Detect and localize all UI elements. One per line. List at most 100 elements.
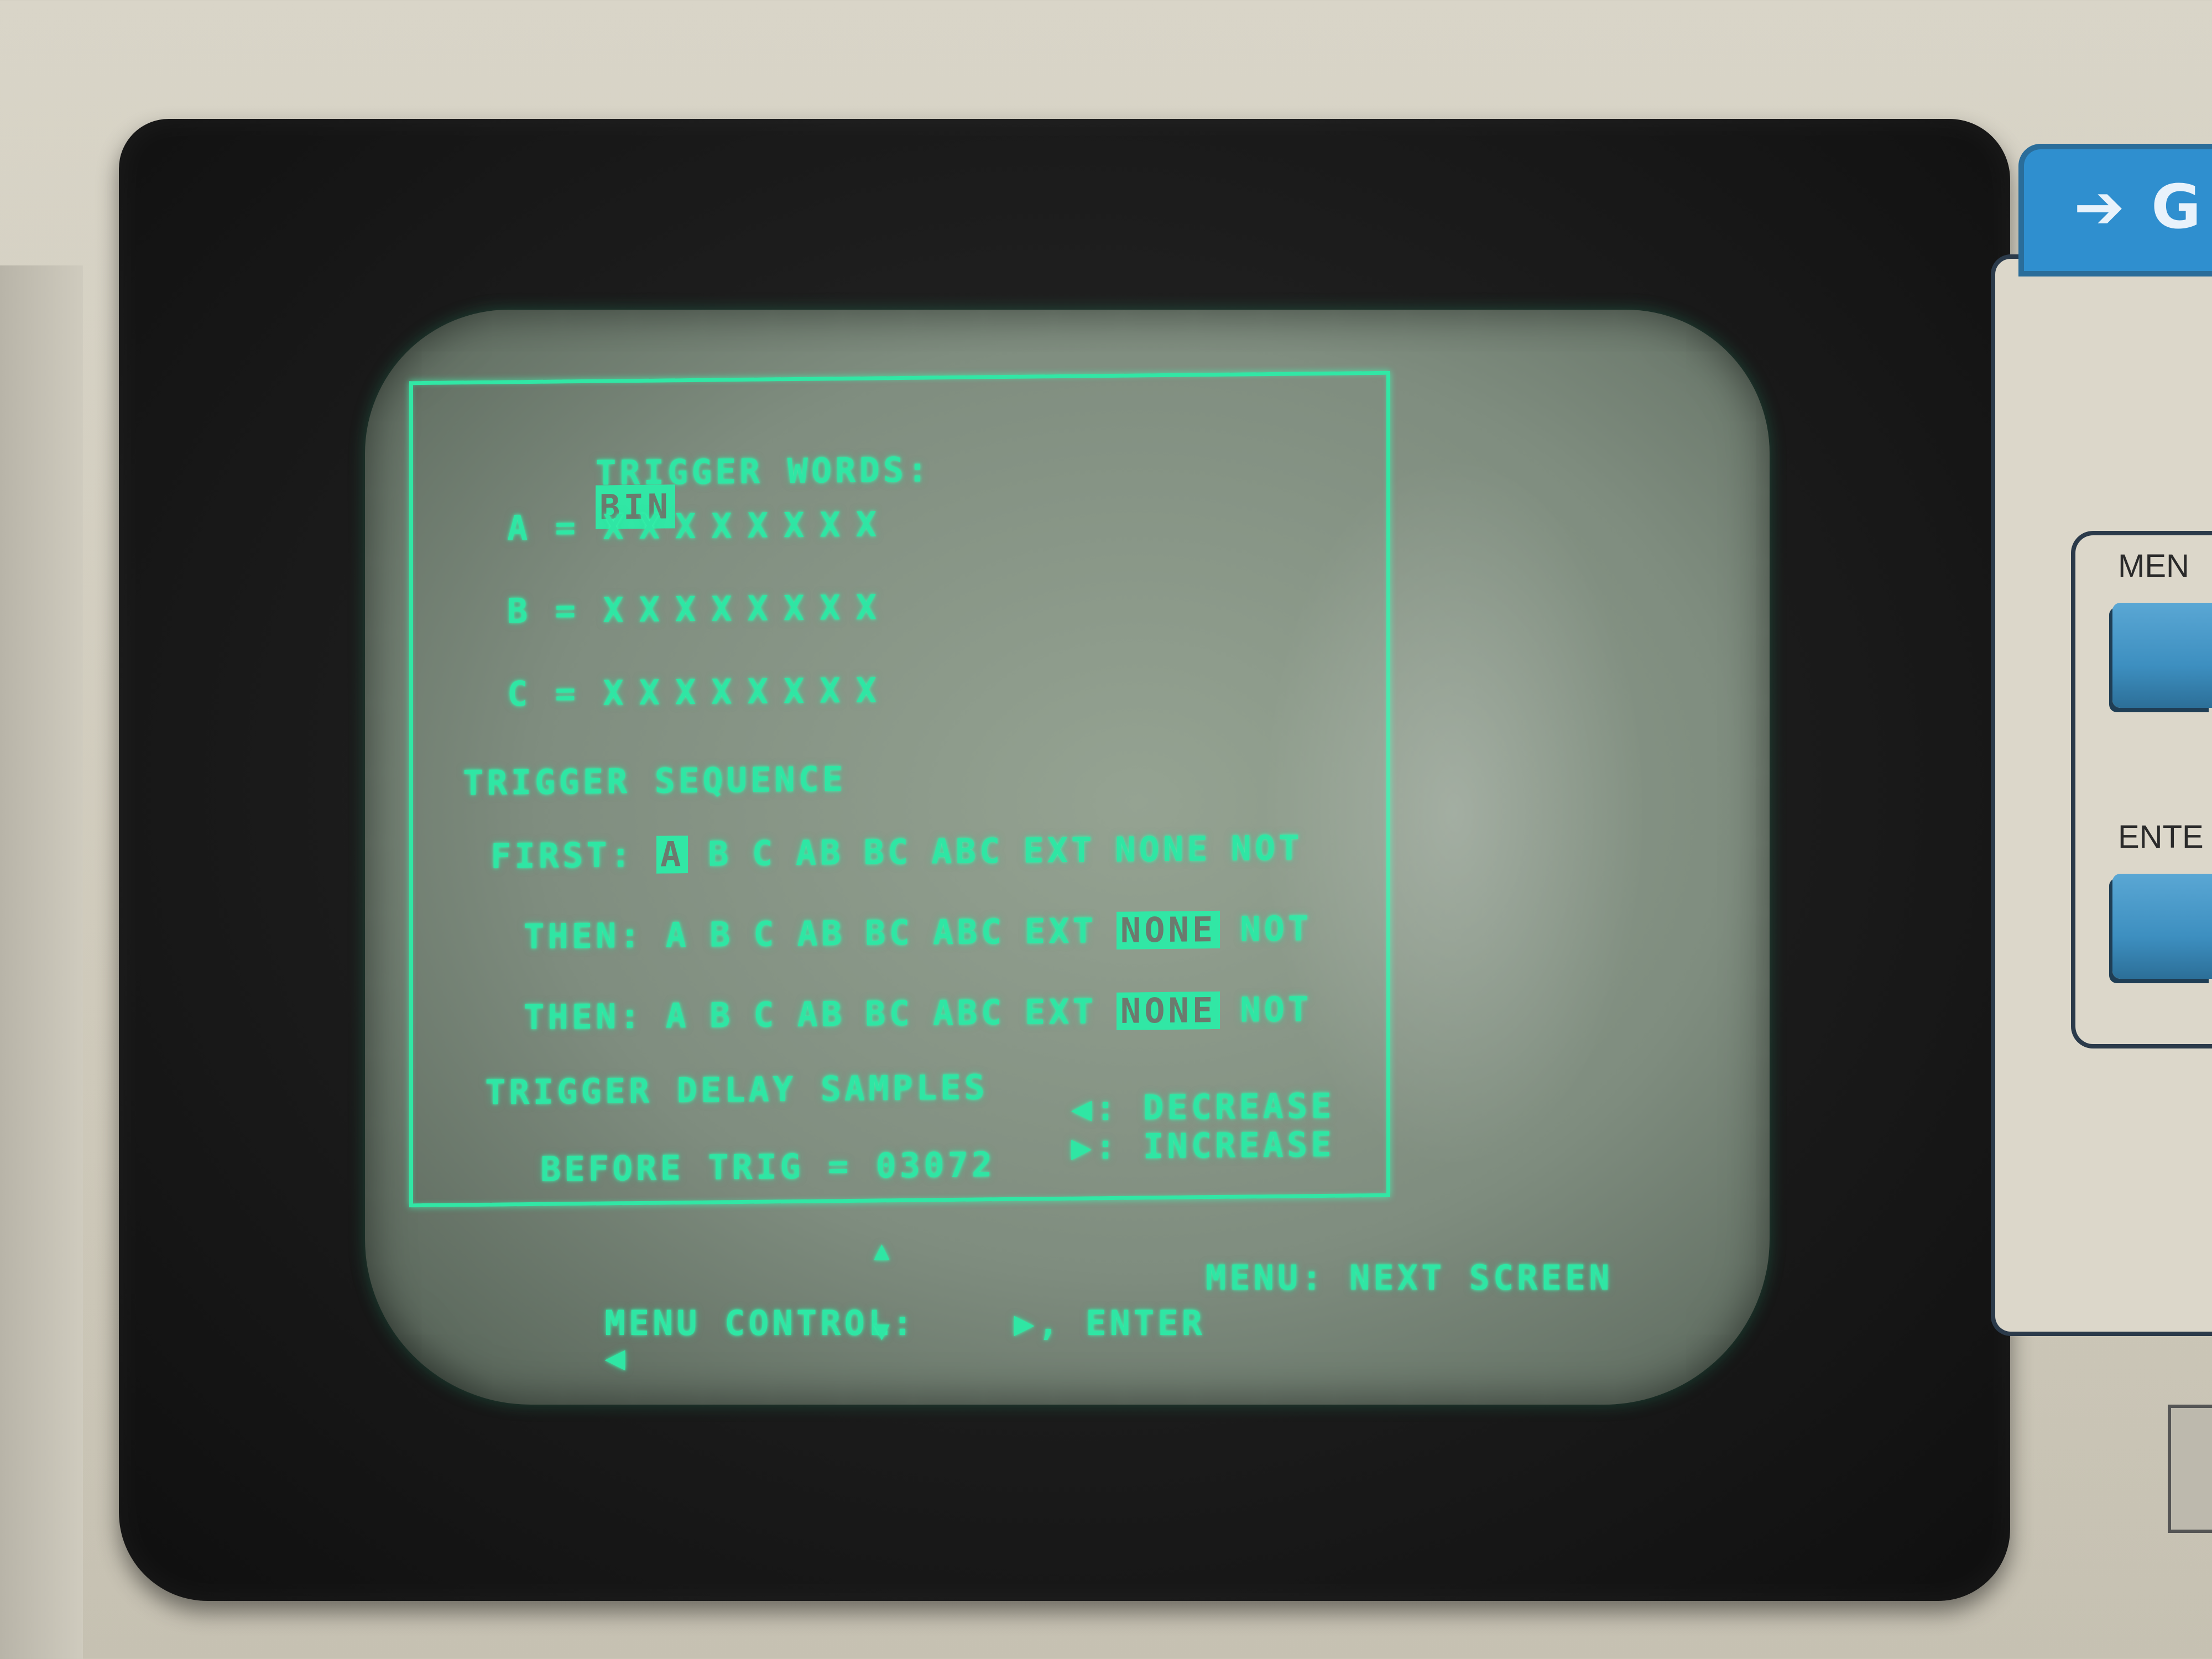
word-equals: = (555, 507, 579, 548)
sequence-row-label: THEN: (524, 995, 644, 1038)
menu-key-label: MEN (2118, 548, 2189, 584)
word-name: A (507, 507, 531, 549)
before-trig-row: BEFORE TRIG = 03072 (540, 1144, 996, 1190)
menu-control-hint: MENU CONTROL: ◀ (509, 1272, 916, 1405)
sequence-option[interactable]: ABC (931, 831, 1003, 872)
sequence-option[interactable]: NOT (1240, 989, 1312, 1030)
word-equals: = (555, 673, 579, 714)
sequence-option[interactable]: ABC (933, 992, 1005, 1033)
brand-arrow-icon: ➔ (2074, 171, 2125, 242)
up-arrow-icon: ▲ (874, 1235, 893, 1266)
trigger-word-row: B = XXXXXXXX (507, 587, 892, 632)
word-bit[interactable]: X (639, 589, 663, 629)
sequence-option[interactable]: A (666, 915, 690, 955)
left-arrow-icon: ◀ (1071, 1088, 1095, 1129)
word-bit[interactable]: X (603, 507, 627, 547)
word-equals: = (555, 590, 579, 631)
sequence-row: FIRST: A B C AB BC ABC EXT NONE NOT (491, 827, 1332, 877)
word-bit[interactable]: X (820, 587, 843, 628)
word-bit[interactable]: X (711, 671, 735, 712)
word-name: C (507, 673, 531, 714)
sequence-option[interactable]: NONE (1116, 990, 1220, 1031)
sequence-option[interactable]: AB (796, 832, 844, 873)
enter-key[interactable] (2112, 874, 2212, 979)
increase-hint-label: : INCREASE (1095, 1124, 1335, 1167)
sequence-option[interactable]: NONE (1115, 828, 1211, 870)
right-arrow-icon: ▶ (1014, 1303, 1038, 1343)
word-bit[interactable]: X (639, 506, 663, 546)
case-left-edge (0, 265, 83, 1659)
trigger-menu-frame: TRIGGER WORDS: BIN A = XXXXXXXXB = XXXXX… (409, 371, 1390, 1208)
sequence-option[interactable]: NOT (1240, 908, 1312, 949)
decrease-hint: ◀: DECREASE (1071, 1085, 1335, 1129)
trigger-delay-label: TRIGGER DELAY SAMPLES (485, 1067, 988, 1113)
sequence-option[interactable]: BC (865, 912, 913, 953)
word-bit[interactable]: X (784, 505, 807, 545)
panel-slot (2168, 1405, 2212, 1533)
sequence-option[interactable]: BC (864, 832, 912, 873)
enter-key-label: ENTE (2118, 819, 2204, 855)
word-bit[interactable]: X (856, 587, 880, 627)
crt-screen: TRIGGER WORDS: BIN A = XXXXXXXXB = XXXXX… (365, 310, 1770, 1405)
word-bit[interactable]: X (856, 504, 880, 544)
sequence-option[interactable]: C (752, 833, 776, 873)
word-bit[interactable]: X (711, 505, 735, 546)
sequence-option[interactable]: C (753, 994, 777, 1035)
enter-hint-label: , ENTER (1037, 1303, 1206, 1343)
sequence-option[interactable]: EXT (1025, 991, 1097, 1032)
before-trig-value[interactable]: 03072 (876, 1144, 996, 1186)
trigger-word-row: C = XXXXXXXX (507, 670, 892, 714)
sequence-option[interactable]: A (656, 834, 688, 875)
trigger-word-row: A = XXXXXXXX (507, 504, 892, 549)
menu-next-screen-hint: MENU: NEXT SCREEN (1206, 1258, 1613, 1298)
brand-text: G (2151, 171, 2201, 242)
word-bit[interactable]: X (820, 670, 843, 711)
before-trig-equals: = (827, 1145, 852, 1187)
word-bit[interactable]: X (711, 588, 735, 629)
trigger-words-list: A = XXXXXXXXB = XXXXXXXXC = XXXXXXXX (507, 504, 892, 760)
word-bit[interactable]: X (784, 671, 807, 711)
left-arrow-icon: ◀ (604, 1337, 629, 1378)
right-arrow-icon: ▶ (1071, 1126, 1095, 1167)
decrease-hint-label: : DECREASE (1095, 1085, 1335, 1129)
sequence-row-label: THEN: (524, 915, 644, 957)
sequence-option[interactable]: NOT (1231, 827, 1303, 868)
sequence-option[interactable]: EXT (1023, 830, 1095, 870)
sequence-row-label: FIRST: (491, 834, 634, 877)
sequence-option[interactable]: EXT (1025, 910, 1097, 951)
word-bit[interactable]: X (820, 504, 843, 545)
increase-hint: ▶: INCREASE (1071, 1124, 1335, 1167)
brand-badge: ➔ G (2018, 144, 2212, 276)
menu-control-label: MENU CONTROL: (604, 1303, 916, 1343)
word-bit[interactable]: X (748, 671, 771, 711)
word-bit[interactable]: X (603, 589, 627, 630)
down-arrow-icon: ▼ (874, 1315, 893, 1346)
trigger-sequence-list: FIRST: A B C AB BC ABC EXT NONE NOT THEN: A B C AB BC AB… (491, 827, 1332, 1080)
enter-hint: ▶, ENTER (918, 1272, 1206, 1375)
word-bit[interactable]: X (748, 505, 771, 545)
sequence-option[interactable]: ABC (933, 911, 1005, 952)
word-bit[interactable]: X (784, 588, 807, 628)
sequence-option[interactable]: BC (865, 993, 913, 1034)
word-bit[interactable]: X (675, 589, 699, 629)
sequence-row: THEN: A B C AB BC ABC EXT NONE NOT (524, 908, 1332, 957)
before-trig-label: BEFORE TRIG (540, 1146, 804, 1190)
word-bit[interactable]: X (856, 670, 880, 710)
word-bit[interactable]: X (675, 672, 699, 712)
sequence-option[interactable]: A (666, 995, 690, 1036)
sequence-option[interactable]: B (709, 995, 733, 1035)
sequence-option[interactable]: AB (797, 913, 846, 954)
sequence-option[interactable]: AB (797, 994, 846, 1035)
word-bit[interactable]: X (603, 672, 627, 713)
sequence-option[interactable]: NONE (1116, 909, 1220, 951)
trigger-sequence-label: TRIGGER SEQUENCE (463, 759, 847, 804)
sequence-option[interactable]: B (709, 914, 733, 954)
menu-key[interactable] (2112, 603, 2212, 708)
word-bit[interactable]: X (748, 588, 771, 628)
word-bit[interactable]: X (675, 506, 699, 546)
sequence-option[interactable]: C (753, 914, 777, 954)
word-bit[interactable]: X (639, 672, 663, 712)
sequence-row: THEN: A B C AB BC ABC EXT NONE NOT (524, 989, 1332, 1038)
word-name: B (507, 590, 531, 632)
sequence-option[interactable]: B (708, 833, 732, 874)
